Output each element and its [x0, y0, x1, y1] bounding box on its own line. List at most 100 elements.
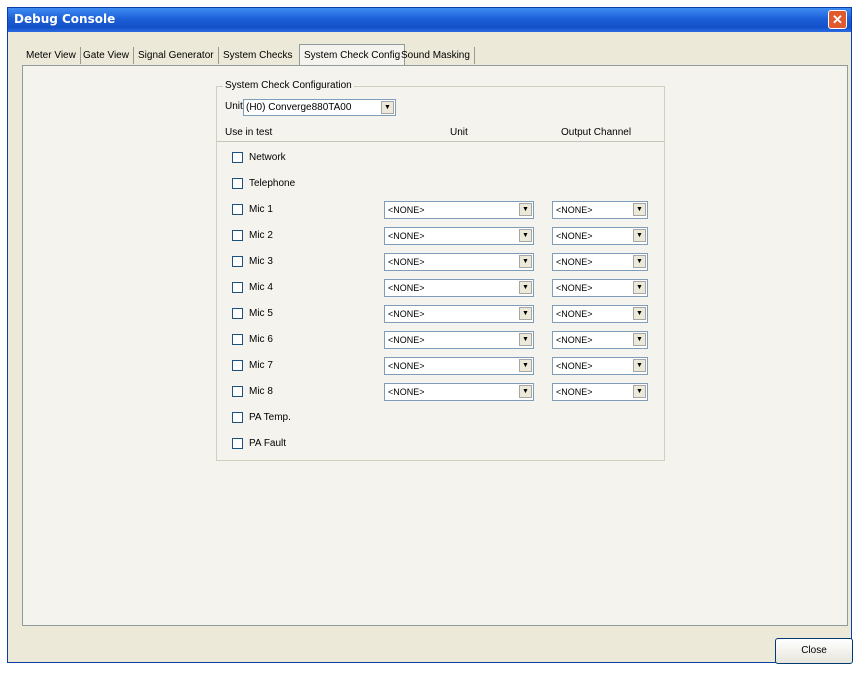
row-pa-temp: PA Temp. — [217, 408, 666, 428]
tab-system-check-config[interactable]: System Check Config — [299, 44, 406, 66]
tab-meter-view[interactable]: Meter View — [22, 47, 81, 64]
chevron-down-icon[interactable]: ▼ — [633, 359, 646, 372]
tab-signal-generator[interactable]: Signal Generator — [134, 47, 219, 64]
row-mic-7: Mic 7 <NONE> ▼ <NONE> ▼ — [217, 356, 666, 376]
mic-6-label: Mic 6 — [249, 334, 273, 345]
mic-3-channel-select[interactable]: <NONE> ▼ — [552, 253, 648, 271]
chevron-down-icon[interactable]: ▼ — [519, 229, 532, 242]
pa-fault-checkbox[interactable] — [232, 438, 243, 449]
mic-2-checkbox[interactable] — [232, 230, 243, 241]
telephone-checkbox[interactable] — [232, 178, 243, 189]
chevron-down-icon[interactable]: ▼ — [381, 101, 394, 114]
chevron-down-icon[interactable]: ▼ — [633, 229, 646, 242]
mic-6-unit-select[interactable]: <NONE> ▼ — [384, 331, 534, 349]
mic-6-channel-select[interactable]: <NONE> ▼ — [552, 331, 648, 349]
mic-5-channel-value: <NONE> — [556, 309, 593, 319]
title-bar: Debug Console ✕ — [8, 8, 851, 32]
mic-2-unit-select[interactable]: <NONE> ▼ — [384, 227, 534, 245]
mic-7-unit-value: <NONE> — [388, 361, 425, 371]
chevron-down-icon[interactable]: ▼ — [633, 333, 646, 346]
mic-4-channel-value: <NONE> — [556, 283, 593, 293]
row-mic-6: Mic 6 <NONE> ▼ <NONE> ▼ — [217, 330, 666, 350]
window-close-icon[interactable]: ✕ — [828, 10, 847, 29]
mic-8-channel-value: <NONE> — [556, 387, 593, 397]
mic-4-label: Mic 4 — [249, 282, 273, 293]
chevron-down-icon[interactable]: ▼ — [519, 385, 532, 398]
tab-sound-masking[interactable]: Sound Masking — [397, 47, 475, 64]
mic-7-channel-select[interactable]: <NONE> ▼ — [552, 357, 648, 375]
mic-1-unit-select[interactable]: <NONE> ▼ — [384, 201, 534, 219]
debug-console-window: Debug Console ✕ Meter View Gate View Sig… — [7, 7, 853, 664]
mic-4-channel-select[interactable]: <NONE> ▼ — [552, 279, 648, 297]
mic-4-checkbox[interactable] — [232, 282, 243, 293]
mic-8-label: Mic 8 — [249, 386, 273, 397]
mic-6-checkbox[interactable] — [232, 334, 243, 345]
chevron-down-icon[interactable]: ▼ — [519, 255, 532, 268]
mic-3-unit-select[interactable]: <NONE> ▼ — [384, 253, 534, 271]
tab-gate-view[interactable]: Gate View — [79, 47, 134, 64]
close-button[interactable]: Close — [775, 638, 853, 664]
pa-temp-label: PA Temp. — [249, 412, 291, 423]
system-check-config-group: System Check Configuration Unit (H0) Con… — [216, 80, 666, 461]
mic-8-unit-select[interactable]: <NONE> ▼ — [384, 383, 534, 401]
mic-5-label: Mic 5 — [249, 308, 273, 319]
mic-1-unit-value: <NONE> — [388, 205, 425, 215]
mic-5-unit-value: <NONE> — [388, 309, 425, 319]
chevron-down-icon[interactable]: ▼ — [633, 255, 646, 268]
chevron-down-icon[interactable]: ▼ — [633, 307, 646, 320]
row-mic-8: Mic 8 <NONE> ▼ <NONE> ▼ — [217, 382, 666, 402]
chevron-down-icon[interactable]: ▼ — [519, 307, 532, 320]
mic-1-label: Mic 1 — [249, 204, 273, 215]
mic-5-checkbox[interactable] — [232, 308, 243, 319]
unit-select[interactable]: (H0) Converge880TA00 ▼ — [243, 99, 396, 116]
mic-3-checkbox[interactable] — [232, 256, 243, 267]
network-checkbox[interactable] — [232, 152, 243, 163]
group-title: System Check Configuration — [223, 80, 354, 91]
unit-select-value: (H0) Converge880TA00 — [246, 102, 352, 113]
row-pa-fault: PA Fault — [217, 434, 666, 454]
row-mic-3: Mic 3 <NONE> ▼ <NONE> ▼ — [217, 252, 666, 272]
header-output-channel: Output Channel — [561, 127, 632, 138]
chevron-down-icon[interactable]: ▼ — [519, 203, 532, 216]
pa-fault-label: PA Fault — [249, 438, 287, 449]
mic-5-unit-select[interactable]: <NONE> ▼ — [384, 305, 534, 323]
mic-8-channel-select[interactable]: <NONE> ▼ — [552, 383, 648, 401]
row-network: Network — [217, 148, 666, 168]
mic-8-unit-value: <NONE> — [388, 387, 425, 397]
mic-7-label: Mic 7 — [249, 360, 273, 371]
row-mic-4: Mic 4 <NONE> ▼ <NONE> ▼ — [217, 278, 666, 298]
mic-4-unit-value: <NONE> — [388, 283, 425, 293]
row-telephone: Telephone — [217, 174, 666, 194]
chevron-down-icon[interactable]: ▼ — [519, 333, 532, 346]
mic-3-unit-value: <NONE> — [388, 257, 425, 267]
chevron-down-icon[interactable]: ▼ — [633, 203, 646, 216]
mic-2-channel-value: <NONE> — [556, 231, 593, 241]
window-title: Debug Console — [14, 12, 116, 26]
unit-label: Unit — [225, 101, 243, 112]
mic-7-channel-value: <NONE> — [556, 361, 593, 371]
pa-temp-checkbox[interactable] — [232, 412, 243, 423]
mic-3-label: Mic 3 — [249, 256, 273, 267]
mic-1-channel-select[interactable]: <NONE> ▼ — [552, 201, 648, 219]
mic-2-label: Mic 2 — [249, 230, 273, 241]
chevron-down-icon[interactable]: ▼ — [633, 385, 646, 398]
tab-system-checks[interactable]: System Checks — [219, 47, 296, 64]
mic-1-checkbox[interactable] — [232, 204, 243, 215]
row-mic-2: Mic 2 <NONE> ▼ <NONE> ▼ — [217, 226, 666, 246]
mic-7-unit-select[interactable]: <NONE> ▼ — [384, 357, 534, 375]
mic-3-channel-value: <NONE> — [556, 257, 593, 267]
chevron-down-icon[interactable]: ▼ — [519, 281, 532, 294]
chevron-down-icon[interactable]: ▼ — [633, 281, 646, 294]
telephone-label: Telephone — [249, 178, 296, 189]
mic-2-unit-value: <NONE> — [388, 231, 425, 241]
mic-5-channel-select[interactable]: <NONE> ▼ — [552, 305, 648, 323]
mic-4-unit-select[interactable]: <NONE> ▼ — [384, 279, 534, 297]
row-mic-5: Mic 5 <NONE> ▼ <NONE> ▼ — [217, 304, 666, 324]
mic-7-checkbox[interactable] — [232, 360, 243, 371]
header-use-in-test: Use in test — [225, 127, 273, 138]
row-mic-1: Mic 1 <NONE> ▼ <NONE> ▼ — [217, 200, 666, 220]
mic-2-channel-select[interactable]: <NONE> ▼ — [552, 227, 648, 245]
mic-6-unit-value: <NONE> — [388, 335, 425, 345]
chevron-down-icon[interactable]: ▼ — [519, 359, 532, 372]
mic-8-checkbox[interactable] — [232, 386, 243, 397]
